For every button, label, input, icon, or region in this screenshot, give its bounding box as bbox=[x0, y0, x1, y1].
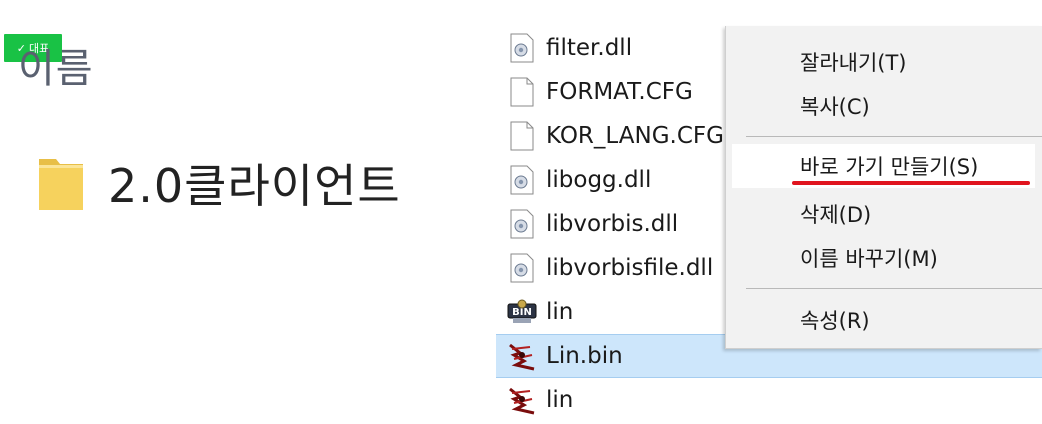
name-column-header[interactable]: 이름 bbox=[18, 36, 94, 94]
dll-icon bbox=[506, 164, 538, 196]
folder-name: 2.0클라이언트 bbox=[108, 159, 401, 213]
file-name: libvorbis.dll bbox=[546, 211, 679, 237]
dll-icon bbox=[506, 208, 538, 240]
menu-item-rename[interactable]: 이름 바꾸기(M) bbox=[726, 236, 1042, 280]
folder-item[interactable]: 2.0클라이언트 bbox=[36, 150, 401, 216]
dll-icon bbox=[506, 252, 538, 284]
file-name: libogg.dll bbox=[546, 167, 652, 193]
file-name: lin bbox=[546, 387, 574, 413]
file-icon bbox=[506, 76, 538, 108]
file-name: FORMAT.CFG bbox=[546, 79, 693, 105]
app-icon bbox=[506, 384, 538, 416]
file-name: filter.dll bbox=[546, 35, 633, 61]
file-name: libvorbisfile.dll bbox=[546, 255, 714, 281]
menu-item-delete[interactable]: 삭제(D) bbox=[726, 192, 1042, 236]
menu-item-cut[interactable]: 잘라내기(T) bbox=[726, 40, 1042, 84]
menu-separator bbox=[746, 136, 1042, 137]
file-name: lin bbox=[546, 299, 574, 325]
annotation-underline bbox=[792, 181, 1030, 185]
context-menu: 잘라내기(T) 복사(C) 바로 가기 만들기(S) 삭제(D) 이름 바꾸기(… bbox=[725, 26, 1042, 349]
menu-separator bbox=[746, 288, 1042, 289]
file-name: Lin.bin bbox=[546, 343, 623, 369]
file-icon bbox=[506, 120, 538, 152]
menu-item-copy[interactable]: 복사(C) bbox=[726, 84, 1042, 128]
folder-icon bbox=[36, 153, 86, 213]
svg-text:BIN: BIN bbox=[512, 307, 532, 318]
file-row[interactable]: lin bbox=[496, 378, 1042, 422]
app-icon bbox=[506, 340, 538, 372]
menu-item-properties[interactable]: 속성(R) bbox=[726, 298, 1042, 342]
bin-icon: BIN bbox=[506, 296, 538, 328]
dll-icon bbox=[506, 32, 538, 64]
file-name: KOR_LANG.CFG bbox=[546, 123, 724, 149]
